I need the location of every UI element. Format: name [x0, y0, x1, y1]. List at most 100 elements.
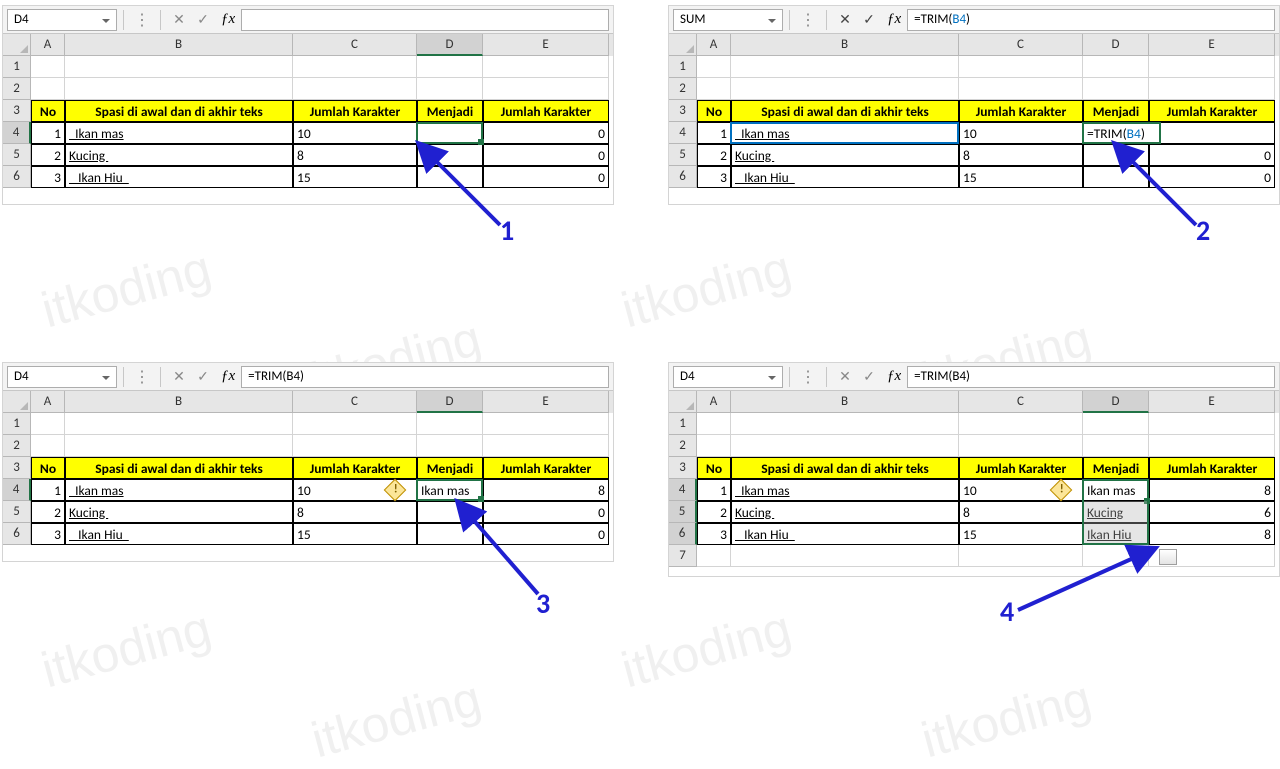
col-header-D[interactable]: D	[1083, 391, 1149, 413]
name-box[interactable]: D4	[7, 366, 117, 388]
row-header[interactable]: 6	[3, 523, 31, 545]
table-header[interactable]: Jumlah Karakter	[293, 457, 417, 479]
table-header[interactable]: Jumlah Karakter	[293, 100, 417, 122]
row-header[interactable]: 2	[3, 435, 31, 457]
cell[interactable]	[697, 545, 731, 567]
cell[interactable]	[483, 413, 609, 435]
spreadsheet-grid[interactable]: A B C D E 1 2 3 No Spasi di awal dan di …	[3, 391, 613, 545]
spreadsheet-grid[interactable]: A B C D E 1 2 3 No Spasi di awal dan di …	[669, 391, 1279, 567]
col-header-B[interactable]: B	[65, 34, 293, 56]
cell[interactable]: 0	[483, 523, 609, 545]
cell[interactable]: 3	[31, 523, 65, 545]
cell[interactable]: 3	[697, 166, 731, 188]
table-header[interactable]: No	[31, 457, 65, 479]
cell[interactable]	[31, 435, 65, 457]
table-header[interactable]: Jumlah Karakter	[959, 100, 1083, 122]
cell[interactable]	[697, 435, 731, 457]
cell[interactable]: Kucing	[731, 501, 959, 523]
select-all-corner[interactable]	[3, 391, 31, 413]
cell[interactable]	[65, 56, 293, 78]
cell[interactable]: Ikan Hiu	[1083, 523, 1149, 545]
table-header[interactable]: No	[697, 457, 731, 479]
table-header[interactable]: Spasi di awal dan di akhir teks	[65, 457, 293, 479]
cell[interactable]	[731, 435, 959, 457]
cell[interactable]	[1083, 144, 1149, 166]
cell[interactable]: Ikan mas	[731, 479, 959, 501]
col-header-C[interactable]: C	[293, 391, 417, 413]
cell[interactable]	[1083, 166, 1149, 188]
cell-D4[interactable]	[417, 122, 483, 144]
cell[interactable]	[293, 413, 417, 435]
cell[interactable]	[1083, 545, 1149, 567]
cell[interactable]	[65, 78, 293, 100]
col-header-E[interactable]: E	[483, 34, 609, 56]
cell[interactable]	[483, 56, 609, 78]
formula-input[interactable]	[241, 9, 609, 31]
cell[interactable]	[31, 56, 65, 78]
col-header-A[interactable]: A	[31, 391, 65, 413]
cell[interactable]: Ikan mas	[65, 122, 293, 144]
table-header[interactable]: Jumlah Karakter	[483, 457, 609, 479]
col-header-C[interactable]: C	[959, 34, 1083, 56]
row-header[interactable]: 2	[3, 78, 31, 100]
fx-icon[interactable]: ƒx	[221, 11, 235, 28]
cell[interactable]	[293, 78, 417, 100]
table-header[interactable]: Jumlah Karakter	[1149, 100, 1275, 122]
col-header-C[interactable]: C	[293, 34, 417, 56]
col-header-E[interactable]: E	[1149, 34, 1275, 56]
cell[interactable]: Ikan mas	[65, 479, 293, 501]
spreadsheet-grid[interactable]: A B C D E 1 2 3 No Spasi di awal dan di …	[3, 34, 613, 188]
col-header-D[interactable]: D	[1083, 34, 1149, 56]
col-header-B[interactable]: B	[731, 391, 959, 413]
cell-D4[interactable]: Ikan mas	[1083, 479, 1149, 501]
col-header-E[interactable]: E	[1149, 391, 1275, 413]
formula-input[interactable]: =TRIM(B4)	[241, 366, 609, 388]
cell[interactable]: 10	[959, 122, 1083, 144]
cell[interactable]: 15	[959, 166, 1083, 188]
table-header[interactable]: Menjadi	[1083, 100, 1149, 122]
cell[interactable]	[959, 413, 1083, 435]
cell[interactable]: 3	[697, 523, 731, 545]
select-all-corner[interactable]	[3, 34, 31, 56]
cell[interactable]: 0	[1149, 166, 1275, 188]
cell[interactable]	[697, 413, 731, 435]
col-header-B[interactable]: B	[65, 391, 293, 413]
row-header[interactable]: 5	[669, 501, 697, 523]
col-header-A[interactable]: A	[31, 34, 65, 56]
cell[interactable]	[959, 56, 1083, 78]
cell[interactable]: 1	[697, 479, 731, 501]
cell-D4[interactable]: Ikan mas	[417, 479, 483, 501]
cell-editor[interactable]: =TRIM(B4)	[1082, 122, 1161, 144]
cell[interactable]	[959, 435, 1083, 457]
table-header[interactable]: Spasi di awal dan di akhir teks	[731, 457, 959, 479]
cell[interactable]: Kucing	[65, 501, 293, 523]
cell[interactable]: Kucing	[1083, 501, 1149, 523]
cell[interactable]	[1083, 78, 1149, 100]
cell[interactable]: 0	[483, 501, 609, 523]
cell[interactable]: 8	[1149, 523, 1275, 545]
cell[interactable]	[293, 435, 417, 457]
row-header[interactable]: 2	[669, 435, 697, 457]
cell[interactable]: 2	[31, 501, 65, 523]
row-header[interactable]: 4	[3, 479, 31, 501]
cell[interactable]: 1	[697, 122, 731, 144]
table-header[interactable]: Jumlah Karakter	[483, 100, 609, 122]
cell[interactable]: 2	[697, 144, 731, 166]
col-header-B[interactable]: B	[731, 34, 959, 56]
table-header[interactable]: Spasi di awal dan di akhir teks	[65, 100, 293, 122]
cell[interactable]: Kucing	[65, 144, 293, 166]
formula-input[interactable]: =TRIM(B4)	[907, 9, 1275, 31]
cell[interactable]	[483, 435, 609, 457]
cell[interactable]	[731, 545, 959, 567]
cell[interactable]	[731, 56, 959, 78]
col-header-E[interactable]: E	[483, 391, 609, 413]
cell[interactable]: 15	[293, 166, 417, 188]
cell[interactable]: 3	[31, 166, 65, 188]
cell[interactable]: Ikan Hiu	[731, 523, 959, 545]
cell[interactable]	[417, 144, 483, 166]
col-header-C[interactable]: C	[959, 391, 1083, 413]
row-header[interactable]: 4	[669, 122, 697, 144]
cell[interactable]: 0	[483, 166, 609, 188]
cell[interactable]	[417, 501, 483, 523]
autofill-options-icon[interactable]	[1159, 549, 1177, 565]
